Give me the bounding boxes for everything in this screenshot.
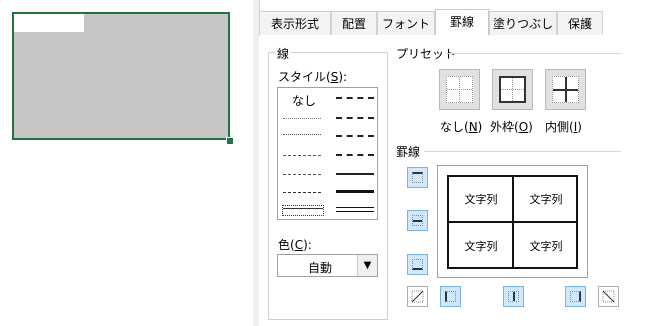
preset-inside-label: 内側(I) (545, 120, 582, 134)
unfilled-cell[interactable] (14, 14, 84, 32)
border-preview[interactable]: 文字列 文字列 文字列 文字列 (437, 165, 588, 278)
color-label: 色(C): (278, 238, 312, 252)
tab-number-format[interactable]: 表示形式 (259, 11, 331, 35)
preset-inside-icon (552, 76, 579, 103)
line-style-dash-dot[interactable] (283, 174, 321, 175)
preview-cell-text: 文字列 (529, 240, 563, 253)
border-right-button[interactable] (565, 286, 586, 307)
line-style-list[interactable]: なし (277, 87, 378, 220)
border-section-title: 罫線 (396, 145, 421, 159)
tab-border[interactable]: 罫線 (435, 9, 489, 35)
preview-inside-horizontal (447, 221, 578, 223)
preset-none-icon (446, 76, 473, 103)
border-left-icon (445, 291, 456, 302)
line-style-double[interactable] (336, 207, 374, 212)
line-style-medium-dash-dot-dot[interactable] (336, 97, 374, 99)
diagonal-up-icon (411, 290, 424, 303)
fill-handle[interactable] (226, 137, 234, 145)
preview-cell-text: 文字列 (464, 240, 498, 253)
border-bottom-button[interactable] (407, 254, 428, 275)
line-style-hair[interactable] (283, 118, 321, 119)
line-style-none[interactable]: なし (292, 92, 316, 109)
chevron-down-icon[interactable]: ▼ (357, 255, 377, 276)
tab-label: 罫線 (449, 15, 474, 29)
border-diagonal-down-button[interactable] (598, 286, 619, 307)
border-top-button[interactable] (407, 167, 428, 188)
line-style-medium-dashed[interactable] (336, 154, 374, 156)
tab-label: 表示形式 (270, 17, 319, 31)
preset-outline-label: 外枠(O) (490, 120, 533, 134)
preview-cell-text: 文字列 (529, 193, 563, 206)
line-style-dotted[interactable] (283, 134, 321, 135)
tab-label: 保護 (567, 17, 592, 31)
line-style-focus (282, 205, 324, 216)
border-inside-horizontal-button[interactable] (407, 210, 428, 231)
border-bottom-icon (412, 259, 423, 270)
tab-label: 塗りつぶし (492, 17, 554, 31)
border-diagonal-up-button[interactable] (407, 286, 428, 307)
diagonal-down-icon (602, 290, 615, 303)
preset-inside-button[interactable] (545, 69, 586, 110)
line-style-dashed[interactable] (283, 192, 321, 193)
tab-label: 配置 (341, 17, 366, 31)
tab-font[interactable]: フォント (377, 11, 435, 35)
border-inside-horizontal-icon (412, 215, 423, 226)
line-style-slant-dash-dot[interactable] (336, 117, 374, 119)
border-divider (424, 151, 621, 152)
line-style-medium-dash-dot[interactable] (336, 135, 374, 137)
line-section-title: 線 (275, 45, 292, 62)
border-left-button[interactable] (440, 286, 461, 307)
tab-label: フォント (381, 17, 430, 31)
line-style-medium[interactable] (336, 173, 374, 175)
tab-bar: 表示形式 配置 フォント 罫線 塗りつぶし 保護 (259, 9, 651, 37)
border-inside-vertical-icon (508, 291, 519, 302)
tab-fill[interactable]: 塗りつぶし (489, 11, 557, 35)
presets-divider (446, 53, 621, 54)
border-right-icon (570, 291, 581, 302)
border-top-icon (412, 172, 423, 183)
preview-cell-text: 文字列 (464, 193, 498, 206)
preset-none-label: なし(N) (440, 120, 483, 134)
line-color-value: 自動 (308, 261, 333, 275)
preset-none-button[interactable] (439, 69, 480, 110)
preset-outline-button[interactable] (492, 69, 533, 110)
preset-outline-icon (499, 76, 526, 103)
border-inside-vertical-button[interactable] (503, 286, 524, 307)
line-style-dash-dot-dot[interactable] (283, 155, 321, 156)
tab-protection[interactable]: 保護 (557, 11, 603, 35)
line-style-thick[interactable] (336, 190, 374, 193)
line-color-dropdown[interactable]: 自動 ▼ (277, 254, 378, 277)
tab-alignment[interactable]: 配置 (331, 11, 377, 35)
style-label: スタイル(S): (278, 70, 348, 84)
